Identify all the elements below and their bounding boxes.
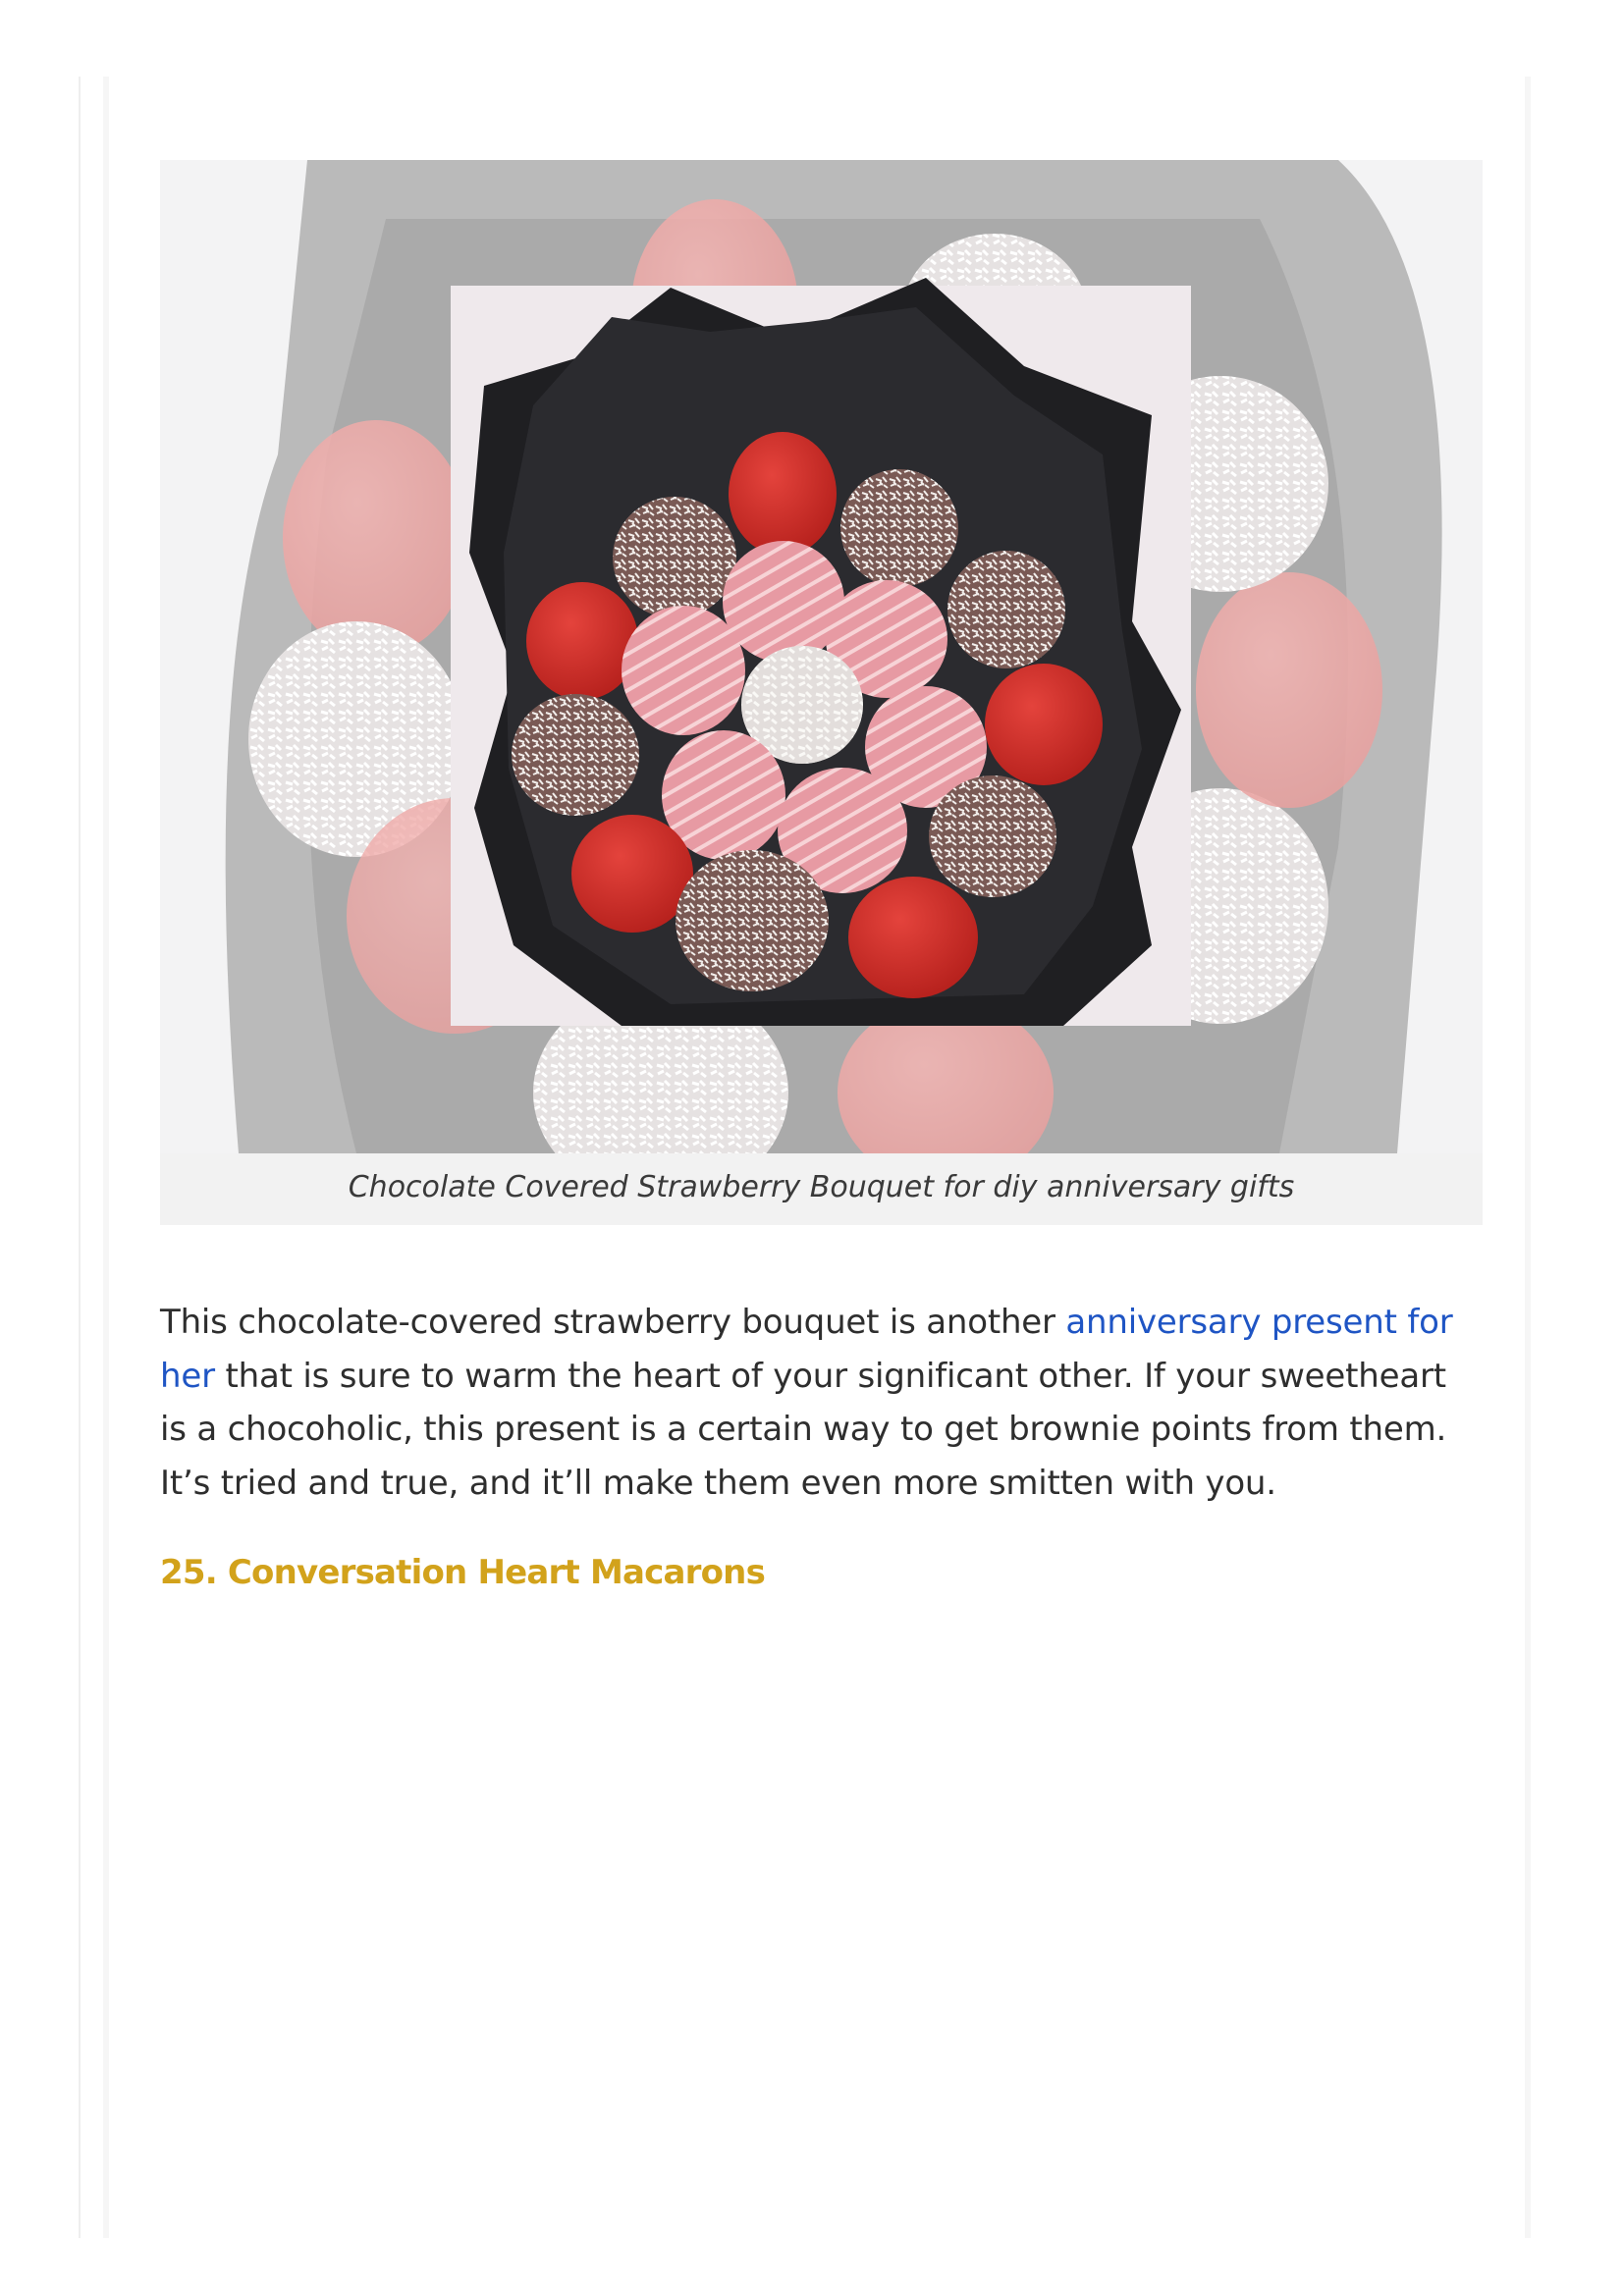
product-figure: Chocolate Covered Strawberry Bouquet for… — [160, 160, 1483, 1225]
paragraph-text-before-link: This chocolate-covered strawberry bouque… — [160, 1303, 1066, 1342]
page-frame-right — [1525, 77, 1531, 2238]
page-frame-left — [79, 77, 81, 2238]
paragraph-text-after-link: that is sure to warm the heart of your s… — [160, 1356, 1447, 1503]
section-heading: 25. Conversation Heart Macarons — [160, 1553, 766, 1592]
inner-photo — [451, 278, 1191, 1026]
strawberry-bouquet-image — [160, 160, 1483, 1153]
page-frame-left-inner — [103, 77, 109, 2238]
image-caption: Chocolate Covered Strawberry Bouquet for… — [160, 1153, 1483, 1225]
bouquet-illustration — [160, 160, 1483, 1153]
article-content: Chocolate Covered Strawberry Bouquet for… — [160, 160, 1483, 1594]
article-paragraph: This chocolate-covered strawberry bouque… — [160, 1296, 1483, 1510]
